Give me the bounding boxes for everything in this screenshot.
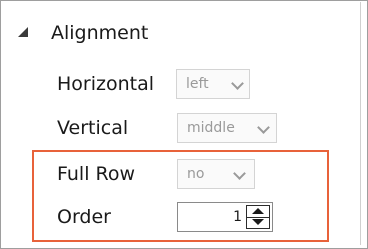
full-row-label: Full Row xyxy=(57,163,136,185)
chevron-down-icon xyxy=(231,77,244,90)
stepper-down-arrow-icon[interactable] xyxy=(247,217,269,228)
collapse-triangle-icon[interactable] xyxy=(18,27,28,37)
vertical-value: middle xyxy=(187,120,235,136)
panel-divider xyxy=(360,2,361,245)
horizontal-dropdown[interactable]: left xyxy=(176,69,250,99)
order-stepper[interactable]: 1 xyxy=(177,202,273,232)
vertical-dropdown[interactable]: middle xyxy=(177,113,277,143)
chevron-down-icon xyxy=(233,167,246,180)
order-label: Order xyxy=(57,206,111,228)
vertical-label: Vertical xyxy=(57,117,129,139)
order-value[interactable]: 1 xyxy=(233,203,242,231)
horizontal-value: left xyxy=(186,76,209,92)
full-row-dropdown[interactable]: no xyxy=(177,159,255,189)
section-title: Alignment xyxy=(51,22,149,44)
stepper-buttons xyxy=(246,205,270,229)
chevron-down-icon xyxy=(257,121,270,134)
horizontal-label: Horizontal xyxy=(57,73,155,95)
full-row-value: no xyxy=(187,166,205,182)
